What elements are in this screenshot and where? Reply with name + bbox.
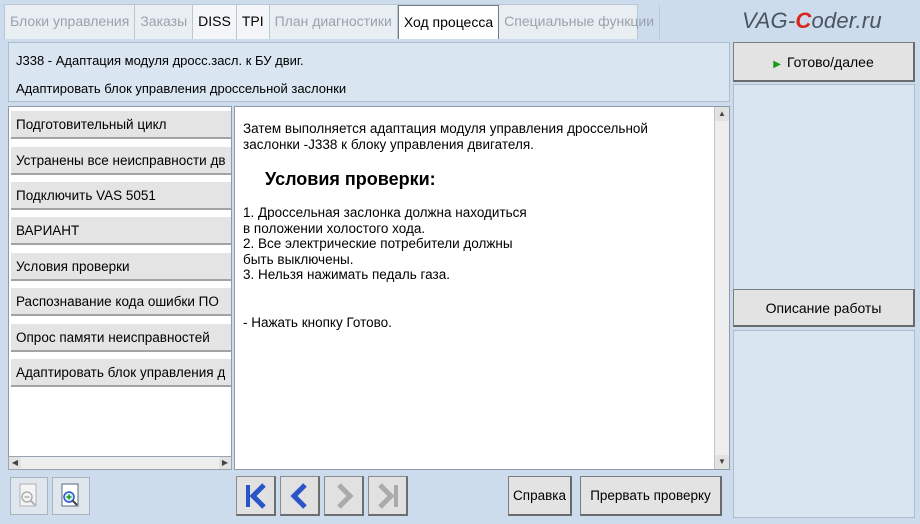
step-item[interactable]: Распознавание кода ошибки ПО: [11, 288, 231, 316]
test-title: J338 - Адаптация модуля дросс.засл. к БУ…: [16, 53, 304, 68]
skip-last-icon: [378, 483, 398, 509]
step-list: Подготовительный цикл Устранены все неис…: [8, 106, 232, 470]
instruction-intro: Затем выполняется адаптация модуля управ…: [243, 121, 713, 152]
zoom-out-button[interactable]: [10, 477, 48, 515]
conditions-list: 1. Дроссельная заслонка должна находитьс…: [243, 205, 527, 283]
step-item[interactable]: Условия проверки: [11, 253, 231, 281]
conditions-line: в положении холостого хода.: [243, 220, 426, 236]
intro-line: заслонки -J338 к блоку управления двигат…: [243, 136, 534, 152]
first-step-button[interactable]: [236, 476, 276, 516]
step-item[interactable]: Опрос памяти неисправностей: [11, 324, 231, 352]
scroll-up-arrow-icon[interactable]: ▲: [715, 107, 729, 121]
test-header: J338 - Адаптация модуля дросс.засл. к БУ…: [8, 42, 730, 102]
zoom-out-icon: [19, 483, 37, 507]
tab-orders[interactable]: Заказы: [135, 5, 194, 39]
back-button[interactable]: [280, 476, 320, 516]
ready-next-label: Готово/далее: [786, 54, 874, 70]
play-arrow-icon: ▶: [773, 59, 781, 70]
right-info-panel: [733, 84, 915, 320]
tab-tpi[interactable]: TPI: [236, 5, 270, 39]
job-description-button[interactable]: Описание работы: [733, 289, 915, 327]
ready-next-button[interactable]: ▶ Готово/далее: [733, 42, 915, 82]
back-icon: [290, 483, 307, 509]
instruction-vertical-scrollbar[interactable]: ▲ ▼: [714, 107, 729, 469]
tab-special-functions[interactable]: Специальные функции: [499, 5, 661, 39]
conditions-line: 3. Нельзя нажимать педаль газа.: [243, 267, 450, 282]
test-subtitle: Адаптировать блок управления дроссельной…: [16, 81, 347, 96]
abort-test-button[interactable]: Прервать проверку: [580, 476, 722, 516]
step-list-horizontal-scrollbar[interactable]: ◀ ▶: [8, 456, 232, 470]
help-button[interactable]: Справка: [508, 476, 572, 516]
step-item[interactable]: Подключить VAS 5051: [11, 182, 231, 210]
scroll-down-arrow-icon[interactable]: ▼: [715, 455, 729, 469]
right-panel: ▶ Готово/далее Описание работы: [733, 42, 915, 518]
step-item[interactable]: Адаптировать блок управления д: [11, 359, 231, 387]
watermark-logo: VAG-Coder.ru: [742, 8, 882, 33]
tab-process-flow[interactable]: Ход процесса: [397, 5, 500, 39]
instruction-pane: Затем выполняется адаптация модуля управ…: [234, 106, 730, 470]
intro-line: Затем выполняется адаптация модуля управ…: [243, 121, 648, 136]
conditions-line: 1. Дроссельная заслонка должна находитьс…: [243, 205, 527, 220]
tab-list: Блоки управления Заказы DISS TPI План ди…: [4, 4, 661, 39]
last-step-button[interactable]: [368, 476, 408, 516]
tab-diagnostic-plan[interactable]: План диагностики: [270, 5, 398, 39]
step-item[interactable]: Подготовительный цикл: [11, 111, 231, 139]
skip-first-icon: [246, 483, 266, 509]
tab-bar: Блоки управления Заказы DISS TPI План ди…: [0, 0, 920, 39]
step-item[interactable]: ВАРИАНТ: [11, 217, 231, 245]
conditions-title: Условия проверки:: [265, 169, 436, 189]
forward-button[interactable]: [324, 476, 364, 516]
scroll-right-arrow-icon[interactable]: ▶: [219, 457, 231, 469]
tab-diss[interactable]: DISS: [193, 5, 237, 39]
press-ready-instruction: - Нажать кнопку Готово.: [243, 315, 392, 330]
zoom-in-icon: [61, 483, 79, 507]
scroll-left-arrow-icon[interactable]: ◀: [9, 457, 21, 469]
zoom-in-button[interactable]: [52, 477, 90, 515]
step-item[interactable]: Устранены все неисправности дв: [11, 147, 231, 175]
tab-control-units[interactable]: Блоки управления: [5, 5, 136, 39]
right-lower-panel: [733, 330, 915, 518]
forward-icon: [337, 483, 354, 509]
conditions-line: 2. Все электрические потребители должны: [243, 236, 513, 251]
conditions-line: быть выключены.: [243, 251, 354, 267]
